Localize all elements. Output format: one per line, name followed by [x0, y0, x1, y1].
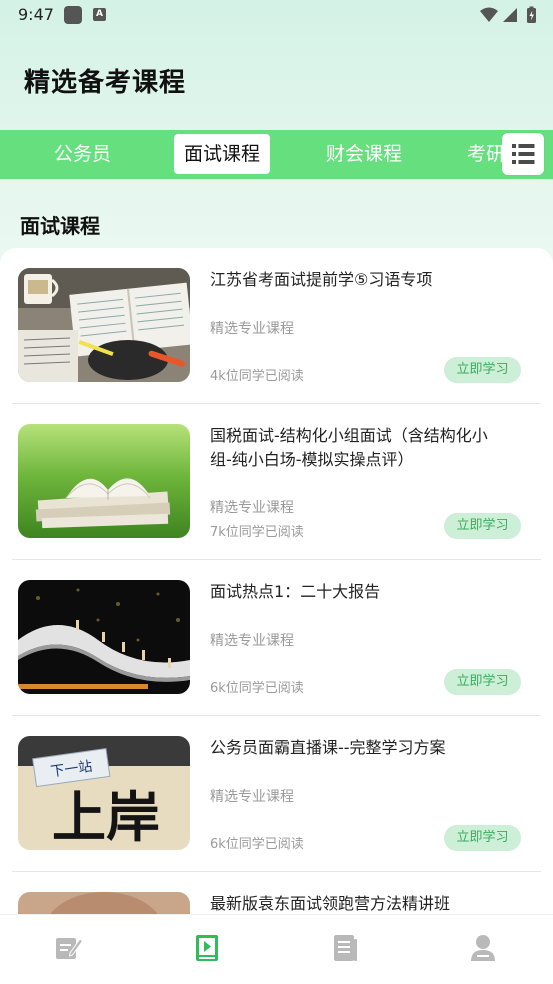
section-heading: 面试课程 — [20, 214, 100, 238]
tab-civil-servant[interactable]: 公务员 — [54, 130, 111, 179]
course-title: 公务员面霸直播课--完整学习方案 — [210, 738, 446, 757]
course-read-count: 7k位同学已阅读 — [210, 525, 304, 540]
thumbnail-calligraphy-text: 上岸 — [52, 785, 160, 849]
course-item[interactable]: 最新版袁东面试领跑营方法精讲班 — [12, 872, 541, 914]
user-icon — [471, 935, 495, 961]
course-list: 江苏省考面试提前学⑤习语专项 精选专业课程 4k位同学已阅读 立即学习 国税面试… — [0, 248, 553, 914]
course-subtitle: 精选专业课程 — [210, 321, 294, 337]
course-thumbnail — [18, 580, 190, 694]
course-item[interactable]: 下一站 上岸 公务员面霸直播课--完整学习方案 精选专业课程 6k位同学已阅读 … — [12, 716, 541, 872]
course-read-count: 6k位同学已阅读 — [210, 681, 304, 696]
nav-profile[interactable] — [469, 933, 497, 963]
course-subtitle: 精选专业课程 — [210, 633, 294, 649]
bottom-navigation — [0, 914, 553, 984]
course-thumbnail — [18, 892, 190, 914]
study-now-button[interactable]: 立即学习 — [444, 825, 521, 851]
signal-icon — [503, 8, 517, 22]
status-icons — [480, 6, 536, 23]
course-title: 面试热点1：二十大报告 — [210, 582, 381, 601]
nav-courses[interactable] — [193, 933, 221, 963]
status-bar: 9:47 A — [0, 0, 553, 30]
course-thumbnail: 下一站 上岸 — [18, 736, 190, 850]
nav-practice[interactable] — [55, 933, 84, 963]
page-title: 精选备考课程 — [24, 68, 187, 98]
course-item[interactable]: 江苏省考面试提前学⑤习语专项 精选专业课程 4k位同学已阅读 立即学习 — [12, 248, 541, 404]
notification-app-icon — [64, 6, 82, 24]
course-subtitle: 精选专业课程 — [210, 500, 294, 516]
course-item[interactable]: 国税面试-结构化小组面试（含结构化小组-纯小白场-模拟实操点评） 精选专业课程 … — [12, 404, 541, 560]
study-now-button[interactable]: 立即学习 — [444, 513, 521, 539]
course-item[interactable]: 面试热点1：二十大报告 精选专业课程 6k位同学已阅读 立即学习 — [12, 560, 541, 716]
video-play-icon — [196, 935, 218, 961]
wifi-icon — [480, 7, 498, 22]
article-icon — [334, 935, 357, 961]
tab-accounting-courses[interactable]: 财会课程 — [326, 130, 402, 179]
tab-menu-button[interactable] — [502, 133, 544, 175]
course-subtitle: 精选专业课程 — [210, 789, 294, 805]
status-time: 9:47 — [18, 5, 54, 24]
course-title: 江苏省考面试提前学⑤习语专项 — [210, 270, 433, 289]
list-menu-icon — [512, 144, 535, 164]
edit-notes-icon — [56, 938, 84, 959]
category-tab-bar: 公务员 面试课程 财会课程 考研课程 — [0, 130, 553, 179]
study-now-button[interactable]: 立即学习 — [444, 669, 521, 695]
nav-articles[interactable] — [331, 933, 359, 963]
course-title: 最新版袁东面试领跑营方法精讲班 — [210, 894, 451, 913]
course-title: 国税面试-结构化小组面试（含结构化小组-纯小白场-模拟实操点评） — [210, 426, 488, 469]
course-thumbnail — [18, 424, 190, 538]
course-thumbnail — [18, 268, 190, 382]
tab-interview-courses[interactable]: 面试课程 — [174, 134, 271, 174]
course-read-count: 6k位同学已阅读 — [210, 837, 304, 852]
course-read-count: 4k位同学已阅读 — [210, 369, 304, 384]
study-now-button[interactable]: 立即学习 — [444, 357, 521, 383]
notification-keyboard-icon: A — [93, 8, 106, 21]
